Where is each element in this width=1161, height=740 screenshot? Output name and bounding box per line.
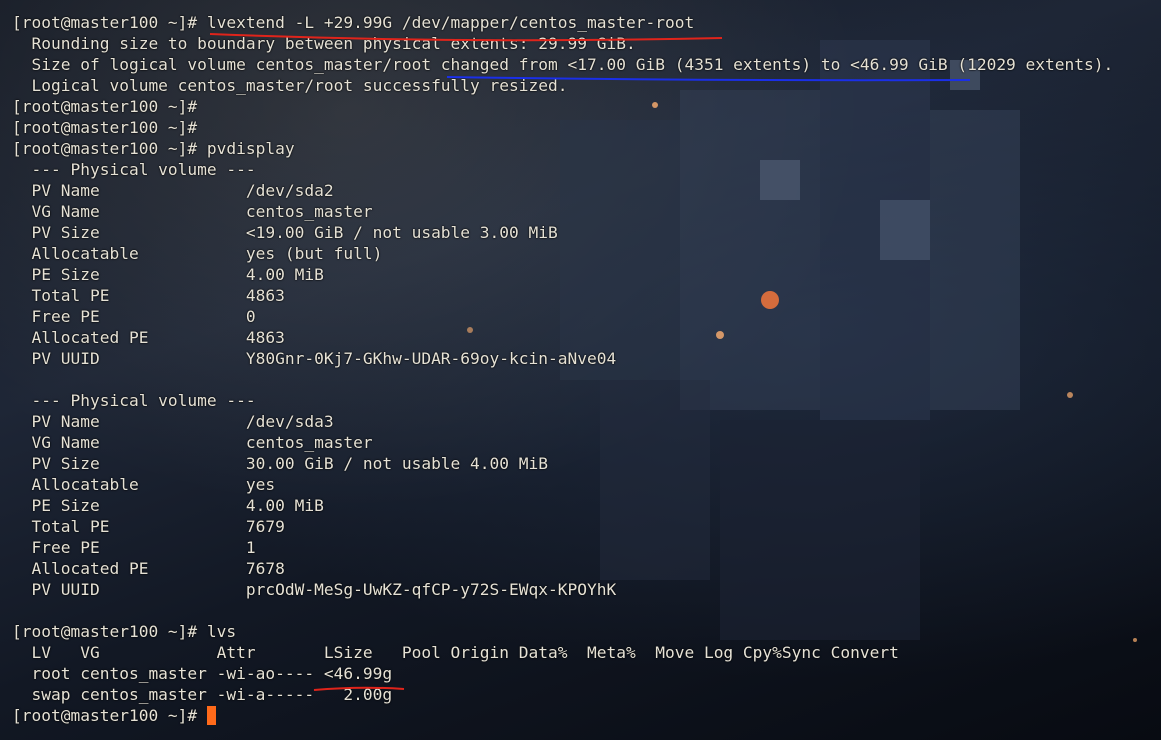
terminal-line: [root@master100 ~]# — [12, 97, 198, 116]
terminal-line: [root@master100 ~]# — [12, 118, 198, 137]
terminal-line: Free PE 0 — [12, 307, 256, 326]
terminal-line: root centos_master -wi-ao---- <46.99g — [12, 664, 393, 683]
terminal-line: Allocated PE 4863 — [12, 328, 285, 347]
terminal-prompt-line[interactable]: [root@master100 ~]# — [12, 705, 1113, 726]
terminal-line: Free PE 1 — [12, 538, 256, 557]
terminal-line: Total PE 7679 — [12, 517, 285, 536]
shell-prompt: [root@master100 ~]# — [12, 706, 207, 725]
terminal-line: Total PE 4863 — [12, 286, 285, 305]
terminal-line: PV Name /dev/sda2 — [12, 181, 334, 200]
terminal-line: --- Physical volume --- — [12, 391, 256, 410]
terminal-line: PV Size <19.00 GiB / not usable 3.00 MiB — [12, 223, 558, 242]
terminal-line: Rounding size to boundary between physic… — [12, 34, 636, 53]
terminal-line: LV VG Attr LSize Pool Origin Data% Meta%… — [12, 643, 899, 662]
terminal-line: Logical volume centos_master/root succes… — [12, 76, 568, 95]
terminal-output: [root@master100 ~]# lvextend -L +29.99G … — [12, 12, 1113, 726]
terminal-line: Allocatable yes (but full) — [12, 244, 383, 263]
terminal-line: VG Name centos_master — [12, 433, 373, 452]
terminal-line: PV Size 30.00 GiB / not usable 4.00 MiB — [12, 454, 549, 473]
terminal-line: PV Name /dev/sda3 — [12, 412, 334, 431]
terminal-line: Allocated PE 7678 — [12, 559, 285, 578]
terminal-line: swap centos_master -wi-a----- 2.00g — [12, 685, 393, 704]
text-cursor — [206, 706, 216, 725]
terminal-line: --- Physical volume --- — [12, 160, 256, 179]
terminal-line: VG Name centos_master — [12, 202, 373, 221]
terminal-line: Allocatable yes — [12, 475, 276, 494]
terminal-line: [root@master100 ~]# lvextend -L +29.99G … — [12, 13, 695, 32]
terminal-line: PE Size 4.00 MiB — [12, 265, 324, 284]
terminal-line: Size of logical volume centos_master/roo… — [12, 55, 1114, 74]
terminal-line: [root@master100 ~]# lvs — [12, 622, 237, 641]
terminal-line: PV UUID prcOdW-MeSg-UwKZ-qfCP-y72S-EWqx-… — [12, 580, 617, 599]
terminal-line: PV UUID Y80Gnr-0Kj7-GKhw-UDAR-69oy-kcin-… — [12, 349, 617, 368]
terminal-line: [root@master100 ~]# pvdisplay — [12, 139, 295, 158]
terminal-line: PE Size 4.00 MiB — [12, 496, 324, 515]
terminal-window[interactable]: [root@master100 ~]# lvextend -L +29.99G … — [0, 0, 1161, 740]
